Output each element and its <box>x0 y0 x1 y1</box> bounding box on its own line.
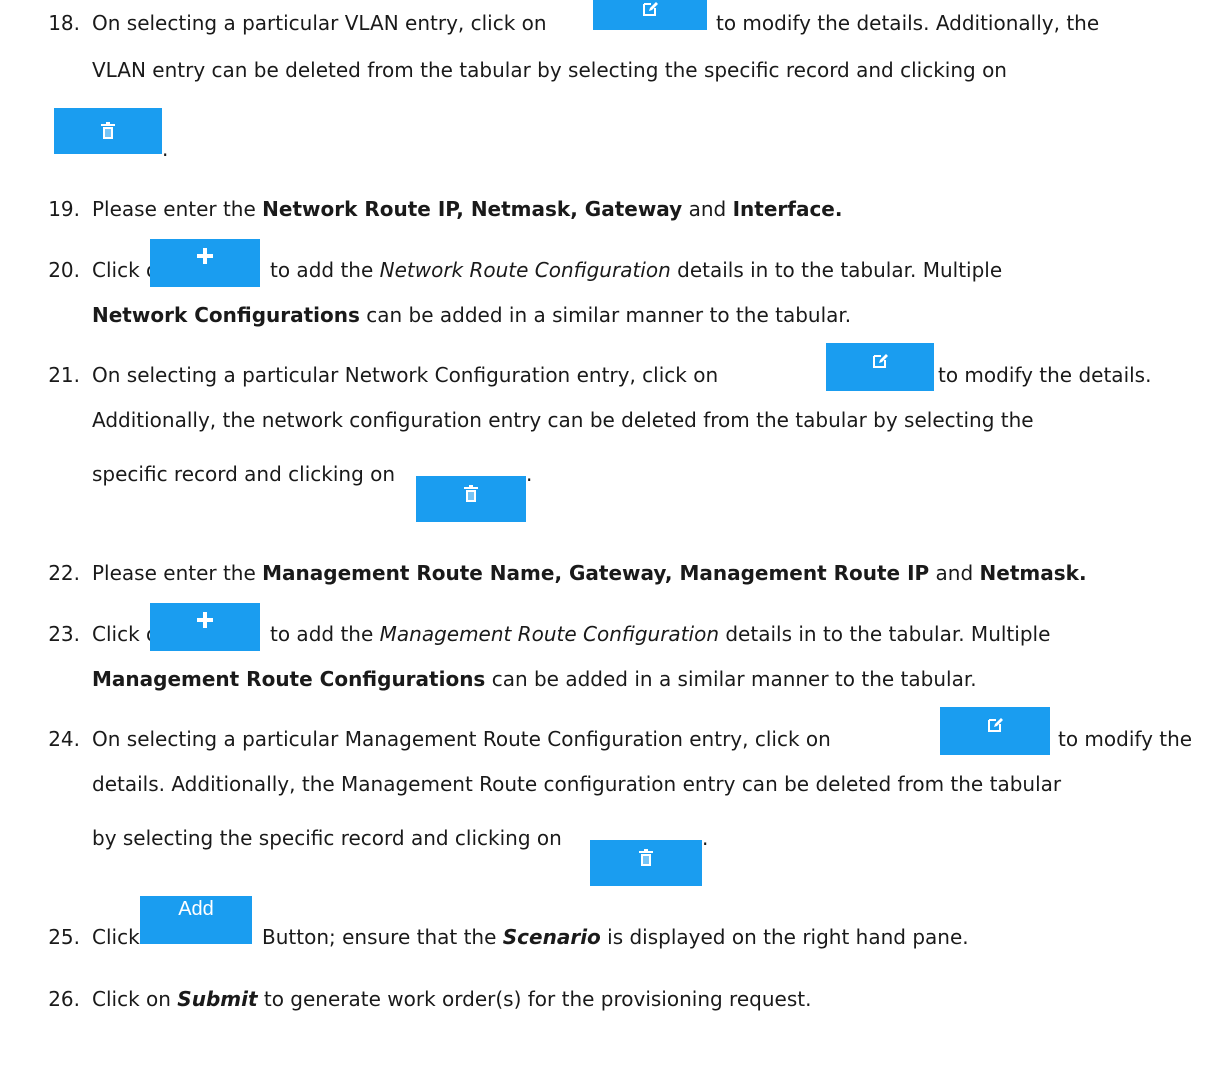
step-italic: Network Route Configuration <box>379 258 671 282</box>
edit-icon <box>873 354 888 368</box>
delete-button[interactable] <box>54 108 162 154</box>
step-number: 20. <box>48 258 80 282</box>
step-text: Please enter the <box>92 197 256 221</box>
step-bold-italic: Submit <box>177 987 258 1011</box>
step-text: . <box>526 462 533 486</box>
step-text: to modify the details. Additionally, the <box>716 11 1100 35</box>
step-italic: Management Route Configuration <box>379 622 719 646</box>
step-number: 22. <box>48 561 80 585</box>
add-button[interactable]: Add <box>140 896 252 944</box>
step-text: can be added in a similar manner to the … <box>366 303 852 327</box>
step-23-rest: to add the Management Route Configuratio… <box>270 619 1050 649</box>
step-23-line-2: Management Route Configurations can be a… <box>92 664 977 694</box>
step-20-rest: to add the Network Route Configuration d… <box>270 255 1002 285</box>
step-text: to add the <box>270 622 374 646</box>
step-text: can be added in a similar manner to the … <box>491 667 977 691</box>
add-row-button[interactable] <box>150 239 260 287</box>
step-text: and <box>935 561 974 585</box>
step-text: Additionally, the network configuration … <box>92 408 1034 432</box>
trash-icon <box>464 485 478 502</box>
add-row-button[interactable] <box>150 603 260 651</box>
step-text: On selecting a particular VLAN entry, cl… <box>92 11 547 35</box>
step-text: details in to the tabular. Multiple <box>677 258 1003 282</box>
step-text: . <box>702 826 709 850</box>
step-text: Please enter the <box>92 561 256 585</box>
step-bold: Network Route IP, Netmask, Gateway <box>262 197 683 221</box>
edit-button[interactable] <box>593 0 707 30</box>
step-bold: Management Route Name, Gateway, Manageme… <box>262 561 930 585</box>
step-text: Click on <box>92 987 171 1011</box>
step-number: 21. <box>48 363 80 387</box>
step-number: 24. <box>48 727 80 751</box>
step-text: Button; ensure that the <box>262 925 497 949</box>
step-text: to generate work order(s) for the provis… <box>263 987 812 1011</box>
step-text: VLAN entry can be deleted from the tabul… <box>92 58 1007 82</box>
step-bold-italic: Scenario <box>502 925 601 949</box>
delete-button[interactable] <box>590 840 702 886</box>
trash-icon <box>639 849 653 866</box>
delete-button[interactable] <box>416 476 526 522</box>
trash-icon <box>101 122 115 139</box>
step-number: 26. <box>48 987 80 1011</box>
edit-button[interactable] <box>940 707 1050 755</box>
step-text: details. Additionally, the Management Ro… <box>92 772 1062 796</box>
step-text: and <box>688 197 727 221</box>
step-text: details in to the tabular. Multiple <box>725 622 1051 646</box>
plus-icon <box>197 612 213 628</box>
step-text: to modify the details. <box>938 363 1152 387</box>
edit-button[interactable] <box>826 343 934 391</box>
plus-icon <box>197 248 213 264</box>
step-25-rest: Button; ensure that the Scenario is disp… <box>262 922 969 952</box>
step-number: 18. <box>48 11 80 35</box>
edit-icon <box>988 718 1003 732</box>
step-text: On selecting a particular Network Config… <box>92 363 719 387</box>
step-text: specific record and clicking on <box>92 462 396 486</box>
step-number: 19. <box>48 197 80 221</box>
step-text: Click <box>92 925 140 949</box>
step-text: . <box>162 137 169 161</box>
step-bold: Network Configurations <box>92 303 360 327</box>
step-text: is displayed on the right hand pane. <box>607 925 969 949</box>
step-20-line-2: Network Configurations can be added in a… <box>92 300 851 330</box>
step-number: 23. <box>48 622 80 646</box>
step-text: On selecting a particular Management Rou… <box>92 727 831 751</box>
step-bold: Netmask. <box>979 561 1087 585</box>
edit-icon <box>643 2 658 16</box>
add-button-label: Add <box>178 898 214 920</box>
step-text: by selecting the specific record and cli… <box>92 826 562 850</box>
step-number: 25. <box>48 925 80 949</box>
step-bold: Management Route Configurations <box>92 667 486 691</box>
step-text: to modify the <box>1058 727 1193 751</box>
step-text: to add the <box>270 258 374 282</box>
step-bold: Interface. <box>732 197 843 221</box>
